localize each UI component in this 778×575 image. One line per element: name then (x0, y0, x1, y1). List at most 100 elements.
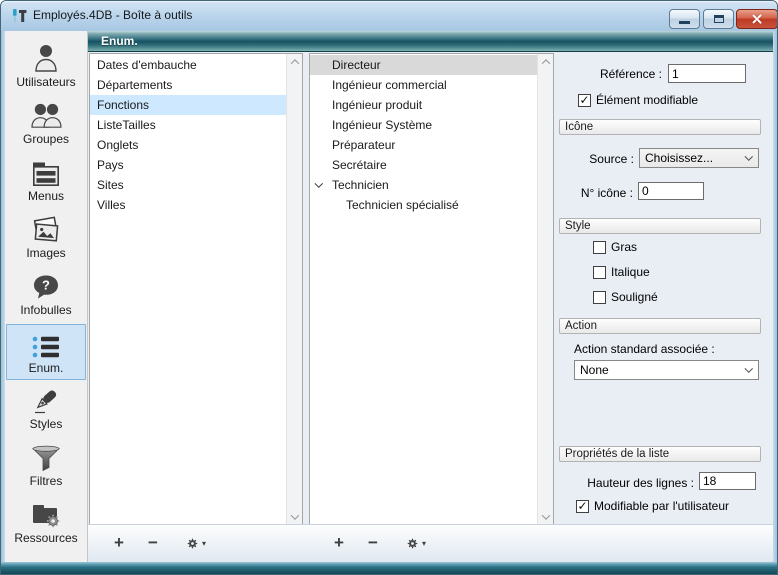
chevron-down-icon (290, 511, 298, 519)
sidebar-item-label: Utilisateurs (6, 75, 86, 90)
add-enum-button[interactable]: + (106, 531, 132, 555)
svg-text:?: ? (42, 278, 50, 293)
scroll-down-button[interactable] (287, 509, 302, 525)
maximize-button[interactable] (703, 9, 734, 29)
minimize-button[interactable] (669, 9, 700, 29)
title-bar[interactable]: Employés.4DB - Boîte à outils (1, 1, 777, 31)
sidebar-item-images[interactable]: Images (6, 210, 86, 266)
expander-chevron-icon[interactable] (315, 179, 323, 187)
enum-list-rows: Dates d'embauche Départements Fonctions Lis… (90, 55, 286, 524)
sidebar-item-ressources[interactable]: Ressources (6, 495, 86, 551)
source-select[interactable]: Choisissez... (639, 148, 759, 168)
list-item-sites[interactable]: Sites (90, 175, 286, 195)
list-item-fonctions[interactable]: Fonctions (90, 95, 286, 115)
list-item-label: Préparateur (332, 138, 395, 152)
icone-section-header: Icône (559, 119, 761, 135)
app-toolbox-icon (10, 7, 28, 25)
icon-number-label: N° icône : (554, 186, 633, 200)
reference-input[interactable] (668, 64, 746, 83)
sidebar-item-label: Infobulles (6, 303, 86, 318)
checkbox-box: ✓ (578, 94, 591, 107)
chevron-up-icon (541, 59, 549, 67)
sidebar-item-groupes[interactable]: Groupes (6, 96, 86, 152)
list-item-ingenieur-commercial[interactable]: Ingénieur commercial (310, 75, 537, 95)
scroll-down-button[interactable] (538, 509, 553, 525)
chevron-down-icon (744, 152, 752, 160)
sidebar-item-enum[interactable]: Enum. (6, 324, 86, 380)
funnel-icon (6, 438, 86, 474)
action-select[interactable]: None (574, 360, 759, 380)
action-section-header: Action (559, 318, 761, 334)
add-value-button[interactable]: + (326, 531, 352, 555)
list-item-dates-d-embauche[interactable]: Dates d'embauche (90, 55, 286, 75)
values-list-panel: Directeur Ingénieur commercialIngénieur p… (309, 53, 554, 526)
values-list-rows: Directeur Ingénieur commercialIngénieur p… (310, 55, 537, 524)
close-button[interactable] (736, 9, 778, 29)
souligne-checkbox[interactable]: Souligné (593, 290, 658, 304)
action-select-value: None (580, 363, 609, 377)
sidebar-item-styles[interactable]: Styles (6, 381, 86, 437)
scroll-up-button[interactable] (287, 54, 302, 70)
row-height-label: Hauteur des lignes : (554, 476, 694, 490)
section-title: Enum. (88, 31, 773, 51)
sidebar-item-menus[interactable]: Menus (6, 153, 86, 209)
caret-down-icon: ▾ (422, 539, 426, 548)
checkbox-label: Gras (611, 240, 637, 254)
enum-list-icon (7, 325, 85, 361)
scroll-up-button[interactable] (538, 54, 553, 70)
sidebar-item-filtres[interactable]: Filtres (6, 438, 86, 494)
value-actions-gear-button[interactable]: ▾ (398, 531, 434, 555)
properties-panel: Référence : ✓ Élément modifiable Icône S… (554, 53, 773, 526)
list-item-pays[interactable]: Pays (90, 155, 286, 175)
list-item-departements[interactable]: Départements (90, 75, 286, 95)
list-properties-section-header: Propriétés de la liste (559, 446, 761, 462)
checkbox-box (593, 241, 606, 254)
enum-list-panel: Dates d'embauche Départements Fonctions Lis… (89, 53, 303, 526)
style-section-header: Style (559, 218, 761, 234)
sidebar-item-infobulles[interactable]: ? Infobulles (6, 267, 86, 323)
checkbox-label: Élément modifiable (596, 93, 698, 107)
enum-list-scrollbar[interactable] (286, 54, 302, 525)
remove-enum-button[interactable]: − (140, 531, 166, 555)
enum-actions-gear-button[interactable]: ▾ (178, 531, 214, 555)
gras-checkbox[interactable]: Gras (593, 240, 637, 254)
list-item-label: Technicien spécialisé (346, 198, 459, 212)
list-item-ingenieur-produit[interactable]: Ingénieur produit (310, 95, 537, 115)
list-item-secretaire[interactable]: Secrétaire (310, 155, 537, 175)
list-item-directeur[interactable]: Directeur (310, 55, 537, 75)
remove-value-button[interactable]: − (360, 531, 386, 555)
user-modifiable-checkbox[interactable]: ✓ Modifiable par l'utilisateur (576, 499, 729, 513)
list-item-label: Directeur (332, 58, 381, 72)
checkbox-box: ✓ (576, 500, 589, 513)
sidebar-item-utilisateurs[interactable]: Utilisateurs (6, 39, 86, 95)
source-label: Source : (554, 152, 634, 166)
row-height-input[interactable] (699, 472, 756, 490)
chevron-down-icon (541, 511, 549, 519)
checkbox-box (593, 266, 606, 279)
list-item-technicien[interactable]: Technicien (310, 175, 537, 195)
list-item-onglets[interactable]: Onglets (90, 135, 286, 155)
checkbox-label: Modifiable par l'utilisateur (594, 499, 729, 513)
italique-checkbox[interactable]: Italique (593, 265, 650, 279)
chevron-up-icon (290, 59, 298, 67)
values-list-scrollbar[interactable] (537, 54, 553, 525)
list-item-listetailles[interactable]: ListeTailles (90, 115, 286, 135)
list-item-label: ListeTailles (97, 118, 156, 132)
window-frame-right (773, 31, 777, 562)
checkbox-label: Souligné (611, 290, 658, 304)
list-item-ingenieur-systeme[interactable]: Ingénieur Système (310, 115, 537, 135)
list-item-technicien-specialise[interactable]: Technicien spécialisé (310, 195, 537, 215)
sidebar-item-label: Ressources (6, 531, 86, 546)
icon-number-input[interactable] (638, 182, 704, 200)
caret-down-icon: ▾ (202, 539, 206, 548)
sidebar-item-label: Images (6, 246, 86, 261)
element-modifiable-checkbox[interactable]: ✓ Élément modifiable (578, 93, 698, 107)
sidebar-item-label: Styles (6, 417, 86, 432)
gear-icon (406, 537, 419, 550)
chevron-down-icon (744, 364, 752, 372)
checkbox-label: Italique (611, 265, 650, 279)
menus-icon (6, 153, 86, 189)
list-item-label: Départements (97, 78, 172, 92)
list-item-villes[interactable]: Villes (90, 195, 286, 215)
list-item-preparateur[interactable]: Préparateur (310, 135, 537, 155)
